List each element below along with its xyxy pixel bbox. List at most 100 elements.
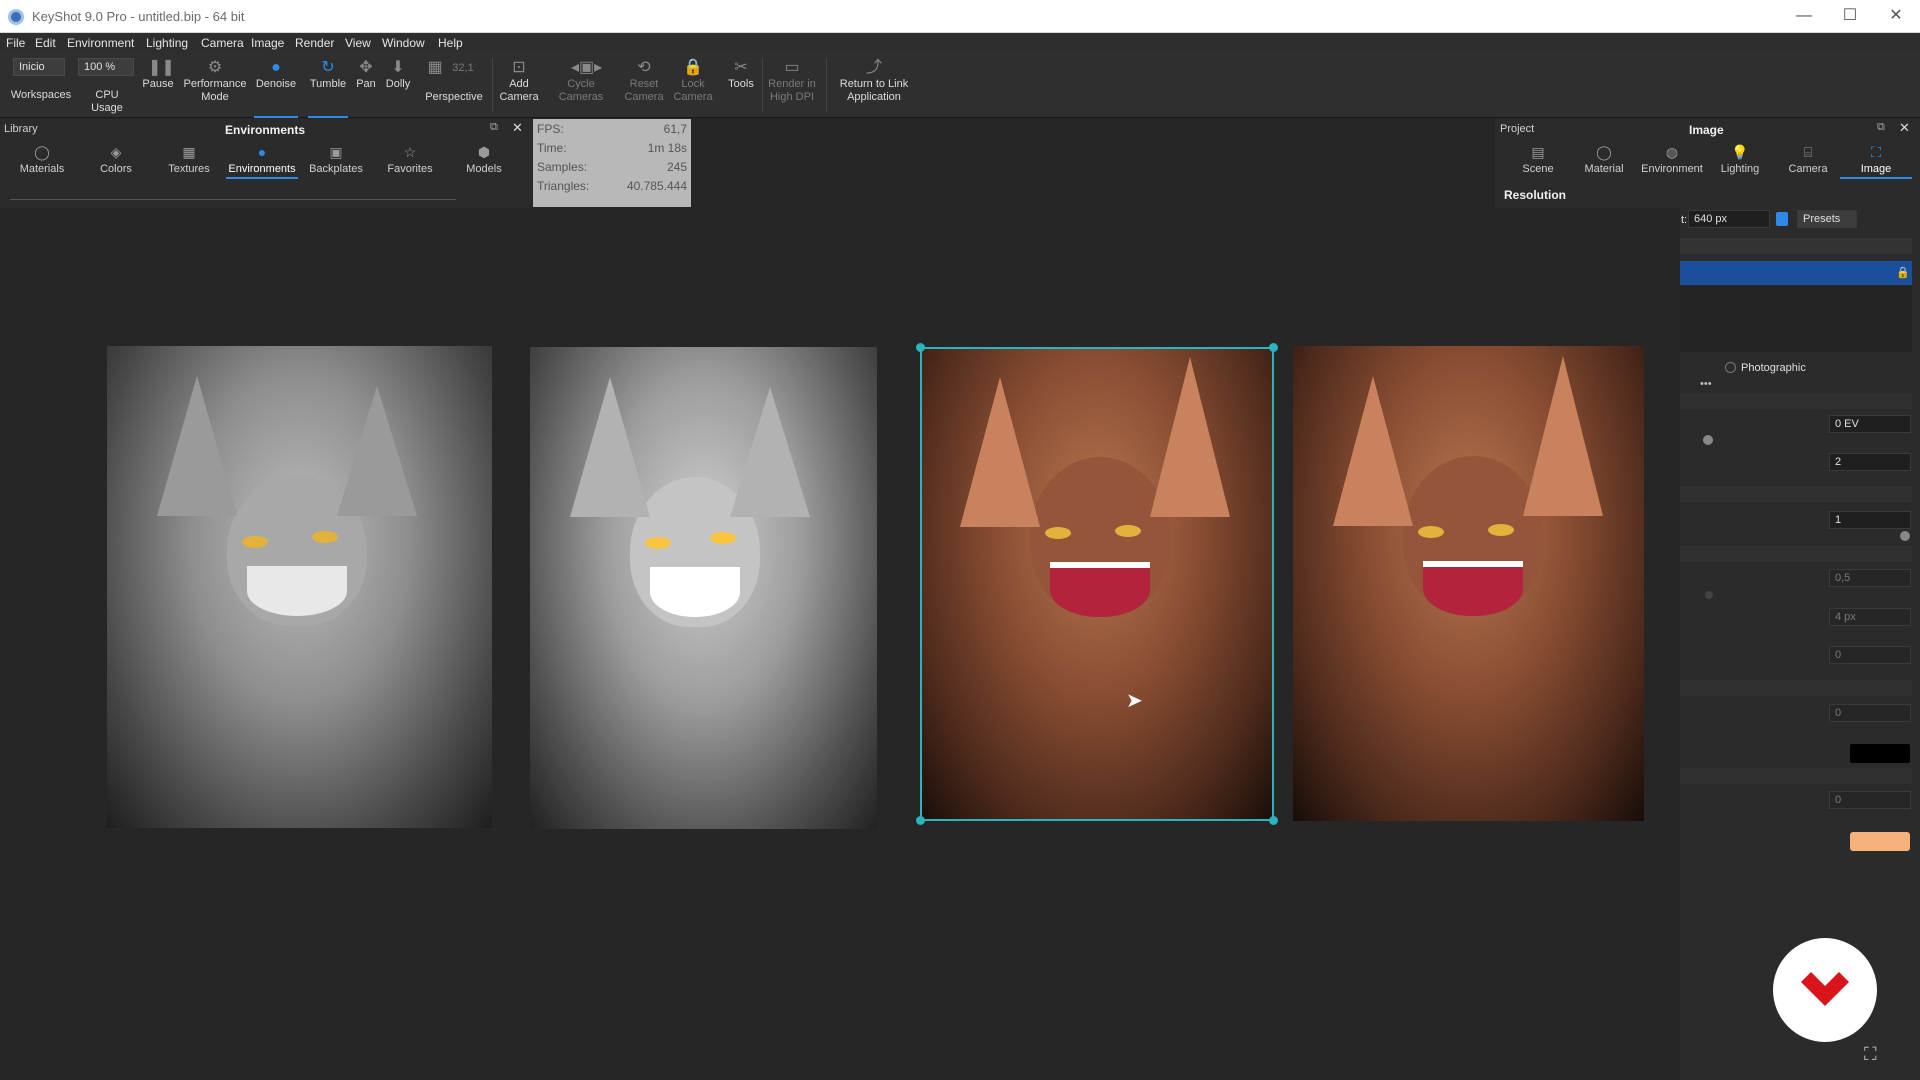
gamma-field[interactable]: 2 [1829,453,1911,471]
tab-textures-label: Textures [168,163,210,175]
menu-lighting[interactable]: Lighting [146,36,188,50]
tab-environment[interactable]: ◍ Environment [1636,144,1708,175]
tab-scene[interactable]: ▤ Scene [1502,144,1574,175]
panel-row [1680,393,1912,409]
selection-frame[interactable] [920,347,1274,821]
menu-window[interactable]: Window [382,36,425,50]
favorites-icon: ☆ [403,144,417,160]
slider-handle[interactable] [1900,531,1910,541]
resolution-section-title: Resolution [1504,188,1566,202]
presets-dropdown[interactable]: Presets [1797,210,1857,228]
tab-materials[interactable]: ◯ Materials [6,144,78,175]
dolly-button[interactable]: ⬇ Dolly [382,52,414,118]
lock-aspect-icon[interactable] [1776,212,1788,226]
detach-panel-icon[interactable]: ⧉ [1877,121,1885,134]
menu-view[interactable]: View [345,36,371,50]
tab-image-label: Image [1860,163,1892,175]
close-panel-icon[interactable]: ✕ [1899,120,1910,136]
perspective-button[interactable]: Perspective [420,52,488,118]
cycle-cameras-icon: ◂▣▸ [571,59,603,76]
panel-row [1680,238,1912,254]
photographic-label: Photographic [1741,362,1806,374]
pan-button[interactable]: ✥ Pan [352,52,380,118]
tab-environments-label: Environments [228,163,296,175]
tab-textures[interactable]: ▦ Textures [153,144,225,175]
menu-image[interactable]: Image [251,36,284,50]
fullscreen-toggle-icon[interactable]: ⛶ [1864,1044,1877,1065]
denoise-label: Denoise [255,78,297,90]
value-field[interactable]: 1 [1829,511,1911,529]
menu-environment[interactable]: Environment [67,36,134,50]
tab-environment-label: Environment [1641,163,1703,175]
library-search-input[interactable] [10,199,456,208]
panel-row [1680,680,1912,696]
render-preview-gray-1 [107,346,492,828]
render-preview-gray-2 [530,347,877,829]
cpu-usage-button[interactable]: CPU Usage [78,52,136,118]
backplates-icon: ▣ [329,144,343,160]
tools-label: Tools [728,78,754,90]
exposure-slider-handle[interactable] [1703,435,1713,445]
tab-camera[interactable]: ⌸ Camera [1772,144,1844,175]
disabled-value-field: 0 [1829,646,1911,664]
toolbar-divider [492,58,493,112]
pan-label: Pan [356,78,376,90]
resize-handle[interactable] [916,343,925,352]
tools-icon: ✂ [734,59,748,76]
models-icon: ⬢ [477,144,491,160]
resize-handle[interactable] [1269,343,1278,352]
workspaces-button[interactable]: Workspaces [8,52,74,118]
detach-panel-icon[interactable]: ⧉ [490,121,498,134]
width-field[interactable]: 640 px [1688,210,1770,228]
return-link-button[interactable]: ⤴ Return to Link Application [832,52,916,118]
minimize-button[interactable]: — [1793,6,1815,26]
panel-row [1680,768,1912,784]
stat-value: 61,7 [663,122,687,136]
performance-mode-button[interactable]: ⚙ Performance Mode [180,52,250,118]
lock-camera-button[interactable]: 🔒 Lock Camera [670,52,716,118]
tab-material-label: Material [1584,163,1624,175]
stat-value: 40.785.444 [626,179,687,193]
dolly-label: Dolly [385,78,411,90]
menu-file[interactable]: File [6,36,25,50]
cycle-cameras-button[interactable]: ◂▣▸ Cycle Cameras [555,52,607,118]
menu-edit[interactable]: Edit [35,36,56,50]
tab-backplates[interactable]: ▣ Backplates [300,144,372,175]
photographic-radio[interactable] [1725,362,1736,373]
tumble-button[interactable]: ↻ Tumble [308,52,348,118]
tab-material[interactable]: ◯ Material [1568,144,1640,175]
tools-button[interactable]: ✂ Tools [724,52,758,118]
reset-camera-button[interactable]: ⟲ Reset Camera [620,52,668,118]
more-options-icon[interactable]: ••• [1700,378,1712,390]
selected-resolution-row[interactable] [1680,261,1912,285]
add-camera-label: Add Camera [499,78,539,103]
tab-lighting[interactable]: 💡 Lighting [1704,144,1776,175]
exposure-field[interactable]: 0 EV [1829,415,1911,433]
background-color-swatch[interactable] [1850,744,1910,763]
menu-camera[interactable]: Camera [201,36,244,50]
tab-colors[interactable]: ◈ Colors [80,144,152,175]
denoise-button[interactable]: ● Denoise [254,52,298,118]
render-viewport[interactable] [0,208,1680,1080]
environments-icon: ● [257,144,267,160]
close-panel-icon[interactable]: ✕ [512,120,523,136]
dolly-icon: ⬇ [391,59,405,76]
menu-render[interactable]: Render [295,36,334,50]
maximize-button[interactable]: ☐ [1839,6,1861,26]
disabled-value-field: 0,5 [1829,569,1911,587]
project-title: Image [1689,123,1724,137]
tab-models[interactable]: ⬢ Models [448,144,520,175]
menu-help[interactable]: Help [438,36,463,50]
add-camera-button[interactable]: ⊡ Add Camera [498,52,540,118]
tab-environments[interactable]: ● Environments [226,144,298,179]
lock-icon: 🔒 [1896,267,1910,279]
render-high-dpi-button[interactable]: ▭ Render in High DPI [766,52,818,118]
accent-color-swatch[interactable] [1850,832,1910,851]
resize-handle[interactable] [916,816,925,825]
close-button[interactable]: ✕ [1885,6,1907,26]
tab-image[interactable]: ⛶ Image [1840,144,1912,179]
resize-handle[interactable] [1269,816,1278,825]
watermark-logo [1773,938,1877,1042]
pause-button[interactable]: ❚❚ Pause [141,52,175,118]
tab-favorites[interactable]: ☆ Favorites [374,144,446,175]
